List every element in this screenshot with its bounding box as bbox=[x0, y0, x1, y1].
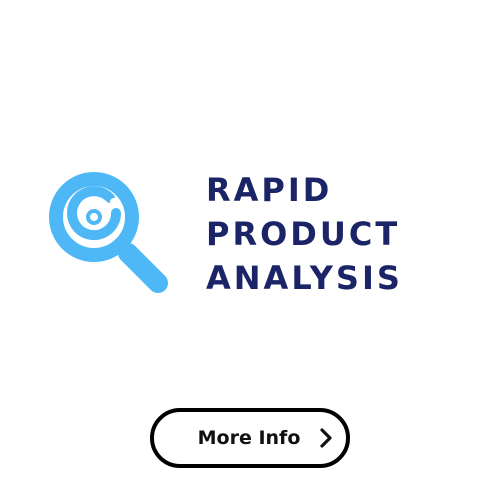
chevron-right-icon bbox=[320, 428, 332, 448]
brand-title-line-1: RAPID bbox=[206, 171, 333, 209]
brand-title: RAPID PRODUCT ANALYSIS bbox=[206, 168, 403, 300]
more-info-label: More Info bbox=[197, 427, 301, 449]
more-info-button[interactable]: More Info bbox=[150, 408, 350, 468]
brand-title-line-3: ANALYSIS bbox=[206, 259, 403, 297]
page: RAPID PRODUCT ANALYSIS More Info bbox=[0, 0, 500, 500]
brand-title-line-2: PRODUCT bbox=[206, 215, 401, 253]
magnifier-icon bbox=[49, 172, 168, 293]
